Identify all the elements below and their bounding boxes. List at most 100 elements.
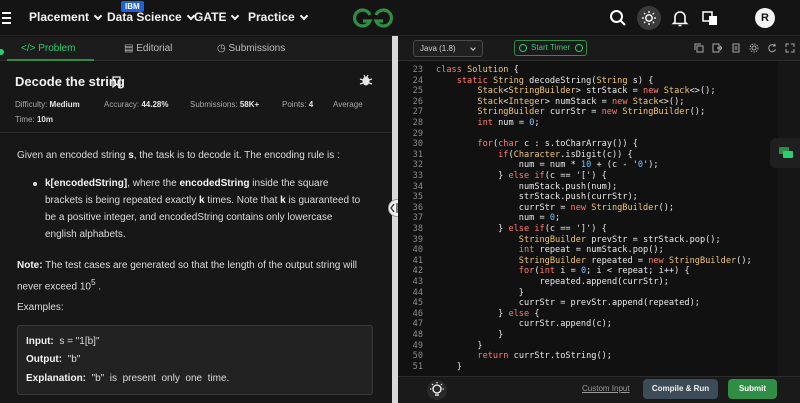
- line-number: 28: [412, 118, 423, 128]
- example-label: Input:: [26, 336, 54, 347]
- timer-label: Start Timer: [531, 43, 571, 52]
- line-number: 23: [412, 65, 423, 75]
- code-text: num = num * 10 + (c - '0');: [518, 160, 659, 171]
- code-text: }: [436, 340, 483, 351]
- tab-label: Problem: [38, 43, 76, 54]
- code-text: } else if(c == ']') {: [436, 224, 607, 234]
- start-timer-button[interactable]: Start Timer: [514, 40, 587, 56]
- line-number: 33: [412, 171, 423, 181]
- search-icon[interactable]: [608, 8, 628, 28]
- chevron-down-icon: [231, 11, 240, 21]
- book-icon: ▤: [124, 43, 134, 54]
- line-number: 35: [412, 192, 423, 203]
- play-icon: [575, 44, 583, 52]
- problem-description: Given an encoded string s, the task is t…: [17, 147, 377, 164]
- code-text: }: [436, 330, 504, 340]
- line-number: 32: [412, 160, 423, 171]
- chevron-down-icon: [470, 45, 476, 51]
- language-select[interactable]: Java (1.8): [413, 40, 483, 57]
- line-number: 31: [412, 149, 423, 160]
- encoding-rule: k[encodedString], where the encodedStrin…: [45, 175, 363, 243]
- example-input: Input: s = "1[b]": [26, 336, 100, 347]
- bug-icon[interactable]: [359, 73, 373, 87]
- code-text: currStr = new StringBuilder();: [518, 202, 675, 213]
- code-text: } else if(c == '[') {: [436, 171, 607, 181]
- line-number: 37: [412, 213, 423, 224]
- code-text: class Solution {: [436, 65, 519, 75]
- clock-icon: ◷: [217, 43, 226, 54]
- description-text: Given an encoded string: [17, 150, 129, 161]
- line-number: 45: [412, 298, 423, 309]
- rule-bold: k[encodedString]: [45, 178, 128, 189]
- line-number: 30: [412, 139, 423, 150]
- submit-button[interactable]: Submit: [728, 379, 777, 399]
- custom-input-link[interactable]: Custom Input: [582, 384, 630, 393]
- example-value: "b": [62, 354, 81, 365]
- code-text: static String decodeString(String s) {: [456, 75, 654, 86]
- hint-button[interactable]: [427, 380, 447, 400]
- problem-panel: Decode the string Difficulty: Medium Acc…: [0, 62, 392, 403]
- nav-item-label: GATE: [194, 10, 227, 24]
- clock-icon: [519, 44, 527, 52]
- example-value: "b" is present only one time.: [86, 373, 230, 384]
- menu-icon[interactable]: [0, 10, 14, 26]
- code-text: currStr.append(c);: [518, 319, 612, 330]
- code-text: StringBuilder currStr = new StringBuilde…: [477, 107, 706, 118]
- theme-toggle-button[interactable]: [637, 6, 661, 30]
- code-text: int repeat = numStack.pop();: [518, 245, 664, 256]
- line-number: 34: [412, 181, 423, 192]
- example-label: Explanation:: [26, 373, 87, 384]
- chevron-down-icon: [299, 11, 308, 21]
- tab-label: Submissions: [228, 43, 286, 54]
- settings-icon[interactable]: [749, 43, 759, 53]
- example-explanation: Explanation: "b" is present only one tim…: [26, 373, 229, 384]
- refresh-icon[interactable]: [767, 43, 777, 53]
- tab-submissions[interactable]: ◷ Submissions: [217, 37, 285, 61]
- code-text: } else {: [436, 308, 540, 319]
- code-text: StringBuilder prevStr = strStack.pop();: [518, 234, 721, 245]
- problem-tabs: </> Problem ▤ Editorial ◷ Submissions: [0, 37, 392, 61]
- nav-item-gate[interactable]: GATE: [194, 10, 240, 24]
- copy-icon[interactable]: [694, 43, 704, 53]
- bell-icon[interactable]: [670, 8, 690, 28]
- fullscreen-icon[interactable]: [785, 43, 795, 53]
- avatar[interactable]: R: [755, 8, 775, 28]
- example-label: Output:: [26, 354, 63, 365]
- line-number: 50: [412, 351, 423, 362]
- gfg-logo[interactable]: [352, 6, 394, 30]
- chat-button[interactable]: [770, 138, 800, 168]
- difficulty-value: Medium: [49, 100, 80, 109]
- sun-icon: [642, 11, 656, 25]
- code-icon: </>: [21, 43, 36, 54]
- constraint-note: Note: The test cases are generated so th…: [17, 257, 377, 295]
- example-value: s = "1[b]": [53, 336, 100, 347]
- points-label: Points:: [282, 100, 307, 109]
- document-icon[interactable]: [731, 43, 741, 53]
- tab-problem[interactable]: </> Problem: [7, 37, 93, 61]
- rule-text: times. Note that: [204, 195, 281, 206]
- compile-run-button[interactable]: Compile & Run: [643, 379, 718, 399]
- line-number: 43: [412, 277, 423, 287]
- bullet-icon: [33, 182, 37, 186]
- submissions-value: 58K+: [239, 100, 260, 109]
- nav-item-practice[interactable]: Practice: [248, 10, 308, 24]
- time-label: Time:: [15, 115, 35, 124]
- code-text: num = 0;: [518, 213, 561, 224]
- nav-item-data-science[interactable]: Data Science: [107, 10, 195, 24]
- translate-icon[interactable]: [700, 8, 720, 28]
- export-icon[interactable]: [712, 43, 722, 53]
- tab-editorial[interactable]: ▤ Editorial: [124, 37, 172, 61]
- code-editor[interactable]: 23 class Solution {24 static String decod…: [398, 62, 778, 376]
- line-number: 47: [412, 319, 423, 330]
- line-number: 36: [412, 202, 423, 213]
- line-number: 44: [412, 287, 423, 298]
- code-text: }: [436, 287, 524, 298]
- code-text: return currStr.toString();: [477, 351, 612, 362]
- line-number: 49: [412, 340, 423, 351]
- bookmark-icon[interactable]: [112, 76, 121, 88]
- line-number: 46: [412, 308, 423, 319]
- note-label: Note:: [17, 260, 43, 271]
- line-number: 51: [412, 361, 423, 372]
- editor-scrollbar[interactable]: [778, 62, 800, 376]
- nav-item-placement[interactable]: Placement: [29, 10, 103, 24]
